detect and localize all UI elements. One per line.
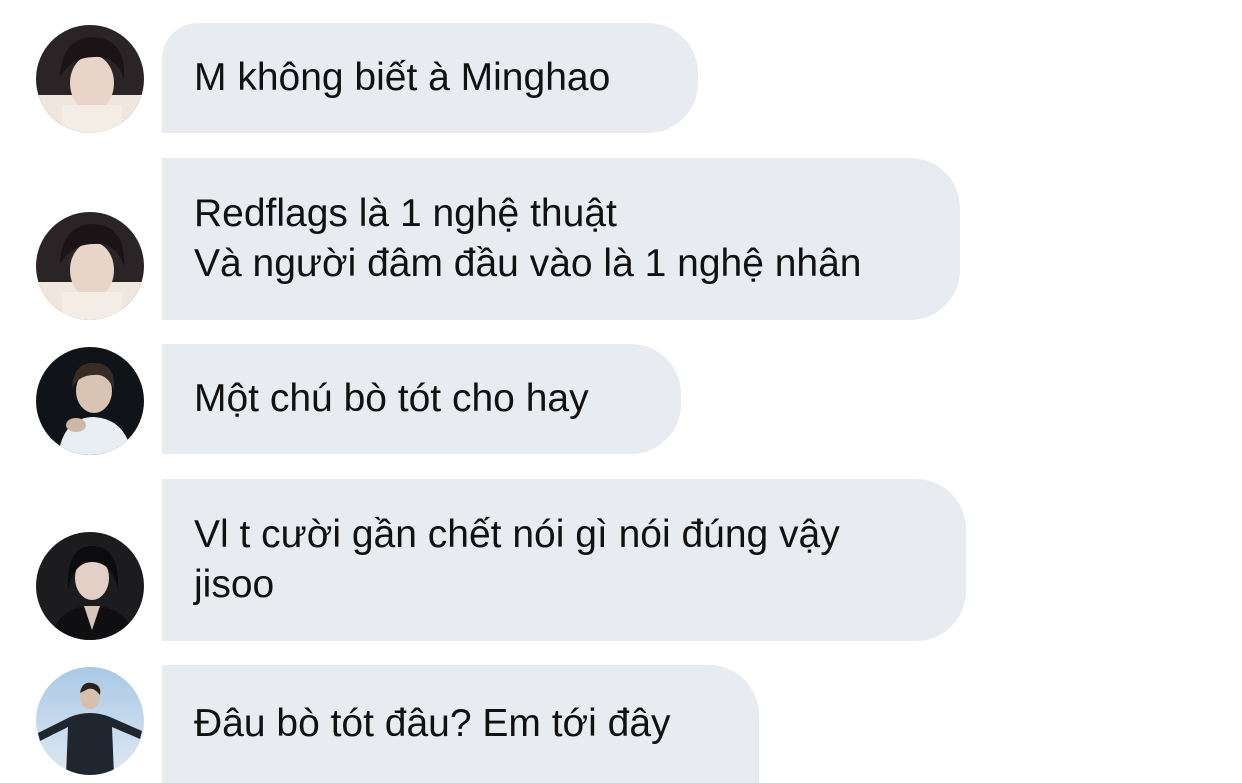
message-text-line: Và người đâm đầu vào là 1 nghệ nhân [194,242,862,285]
sender-avatar[interactable] [36,347,144,455]
message-text-line: Redflags là 1 nghệ thuật [194,192,617,235]
message-text-line: jisoo [194,563,275,606]
message-bubble: Một chú bò tót cho hay [162,344,681,454]
message-bubble: Đâu bò tót đâu? Em tới đây [162,665,759,783]
profile-avatar-icon [36,25,144,133]
message-text-line: Vl t cười gần chết nói gì nói đúng vậy [194,513,840,556]
sender-avatar[interactable] [36,532,144,640]
message-bubble: Redflags là 1 nghệ thuật Và người đâm đầ… [162,158,960,320]
message-text-line: Một chú bò tót cho hay [194,377,589,420]
profile-avatar-icon [36,667,144,775]
chat-thread: M không biết à Minghao Redflags là 1 ngh… [0,0,1242,783]
message-text-line: Đâu bò tót đâu? Em tới đây [194,702,671,745]
sender-avatar[interactable] [36,212,144,320]
message-bubble: M không biết à Minghao [162,23,698,133]
profile-avatar-icon [36,347,144,455]
message-text-line: M không biết à Minghao [194,56,611,99]
profile-avatar-icon [36,532,144,640]
sender-avatar[interactable] [36,667,144,775]
message-bubble: Vl t cười gần chết nói gì nói đúng vậy j… [162,479,966,641]
sender-avatar[interactable] [36,25,144,133]
profile-avatar-icon [36,212,144,320]
